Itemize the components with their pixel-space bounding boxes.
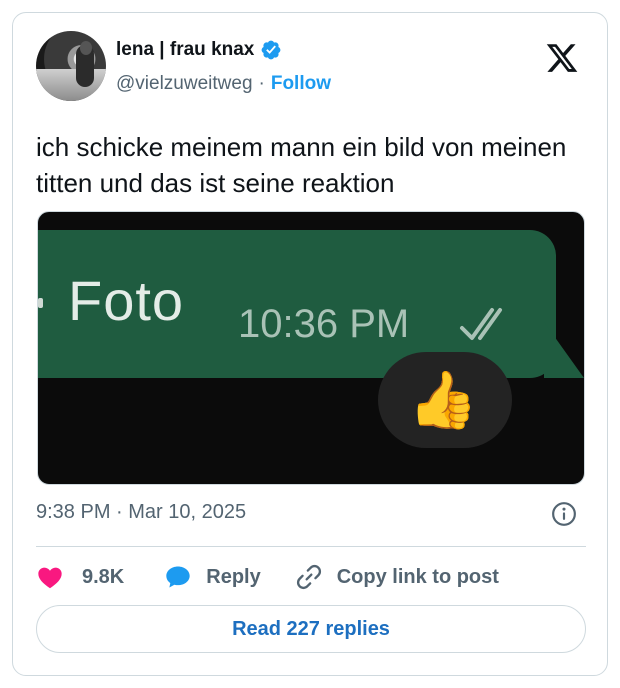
like-count: 9.8K: [82, 565, 125, 588]
message-time: 10:36 PM: [238, 302, 410, 346]
double-check-icon: [460, 308, 502, 340]
action-bar: 9.8K Reply Copy link to post: [36, 561, 499, 593]
photo-indicator-icon: [38, 298, 43, 308]
copy-link-button[interactable]: Copy link to post: [295, 563, 499, 591]
link-icon: [296, 564, 321, 590]
info-icon[interactable]: [551, 501, 577, 527]
message-label: Foto: [68, 269, 185, 332]
heart-icon: [38, 567, 62, 589]
author-handle[interactable]: @vielzuweitweg: [116, 73, 253, 95]
follow-button[interactable]: Follow: [271, 73, 331, 95]
reply-bubble-icon: [166, 566, 190, 588]
reply-button[interactable]: Reply: [164, 563, 261, 591]
x-logo-icon[interactable]: [545, 41, 579, 75]
like-button[interactable]: 9.8K: [36, 563, 124, 591]
separator-dot: ·: [258, 73, 265, 94]
author-name-row[interactable]: lena | frau knax: [116, 39, 282, 61]
reply-label: Reply: [206, 565, 261, 588]
thumbs-up-emoji: 👍: [408, 368, 478, 431]
author-name[interactable]: lena | frau knax: [116, 39, 254, 61]
tweet-media-image[interactable]: Foto 10:36 PM 👍: [37, 211, 585, 485]
verified-badge-icon: [261, 40, 281, 60]
tweet-text: ich schicke meinem mann ein bild von mei…: [36, 132, 567, 198]
tweet-timestamp[interactable]: 9:38 PM · Mar 10, 2025: [36, 501, 246, 524]
handle-row: @vielzuweitweg · Follow: [116, 73, 331, 95]
divider: [36, 546, 586, 547]
copy-link-label: Copy link to post: [336, 565, 499, 588]
read-replies-button[interactable]: Read 227 replies: [36, 605, 586, 653]
avatar[interactable]: [36, 31, 106, 101]
tweet-card: lena | frau knax @vielzuweitweg · Follow…: [12, 12, 608, 676]
